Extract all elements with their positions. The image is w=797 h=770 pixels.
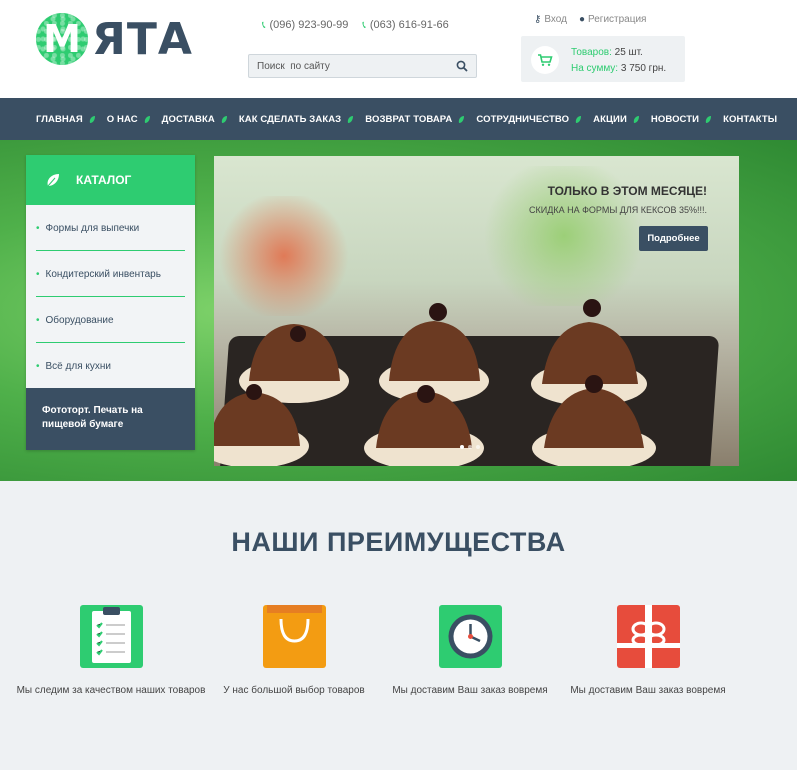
search-icon[interactable]	[456, 60, 468, 72]
more-details-button[interactable]: Подробнее	[639, 226, 708, 251]
advantage-quality: Мы следим за качеством наших товаров	[16, 605, 206, 698]
logo[interactable]: М ЯТА	[36, 10, 193, 68]
nav-label: НОВОСТИ	[650, 113, 700, 125]
nav-label: КОНТАКТЫ	[723, 113, 778, 125]
leaf-icon	[221, 115, 227, 123]
phone-1-number: (096) 923-90-99	[269, 19, 349, 31]
slider-dot-1[interactable]	[460, 445, 464, 449]
phone-numbers: 📞︎ (096) 923-90-99 📞︎ (063) 616-91-66	[262, 19, 449, 31]
catalog-header[interactable]: КАТАЛОГ	[26, 155, 195, 205]
catalog-item-label: Формы для выпечки	[45, 222, 140, 234]
catalog-special-photocake[interactable]: Фототорт. Печать на пищевой бумаге	[26, 388, 195, 450]
nav-label: ГЛАВНАЯ	[36, 113, 83, 125]
nav-item-delivery[interactable]: ДОСТАВКА	[162, 114, 228, 125]
catalog-item-label: Всё для кухни	[45, 360, 111, 372]
leaf-icon	[633, 115, 639, 123]
nav-label: ВОЗВРАТ ТОВАРА	[365, 113, 453, 125]
leaf-icon	[575, 115, 582, 123]
auth-links: ⚷ Вход ● Регистрация	[534, 14, 646, 25]
cart-items-value: 25 шт.	[614, 47, 643, 58]
search-box	[248, 54, 477, 78]
advantages-title: НАШИ ПРЕИМУЩЕСТВА	[231, 527, 566, 557]
login-link[interactable]: ⚷ Вход	[534, 14, 567, 25]
phone-icon: 📞︎	[262, 19, 266, 31]
login-label: Вход	[544, 14, 567, 25]
catalog-title: КАТАЛОГ	[76, 173, 132, 187]
catalog-item-equipment[interactable]: Оборудование	[26, 297, 195, 343]
phone-icon: 📞︎	[362, 19, 366, 31]
catalog-sidebar: КАТАЛОГ Формы для выпечки Кондитерский и…	[26, 155, 195, 450]
advantage-gift: Мы доставим Ваш заказ вовремя	[553, 605, 743, 698]
advantage-text: Мы доставим Ваш заказ вовремя	[570, 685, 726, 696]
advantage-text: Мы следим за качеством наших товаров	[16, 685, 206, 696]
nav-label: ДОСТАВКА	[161, 113, 215, 125]
leaf-icon	[705, 115, 712, 123]
nav-item-home[interactable]: ГЛАВНАЯ	[36, 114, 96, 125]
catalog-item-label: Кондитерский инвентарь	[45, 268, 161, 280]
nav-label: АКЦИИ	[593, 113, 627, 125]
nav-label: КАК СДЕЛАТЬ ЗАКАЗ	[238, 113, 342, 125]
key-icon: ⚷	[534, 14, 542, 25]
slider-dot-3[interactable]	[476, 445, 480, 449]
phone-2-number: (063) 616-91-66	[369, 19, 449, 31]
catalog-item-label: Оборудование	[45, 314, 114, 326]
phone-1[interactable]: 📞︎ (096) 923-90-99	[262, 19, 348, 31]
advantage-selection: У нас большой выбор товаров	[199, 605, 389, 698]
promo-slider: ТОЛЬКО В ЭТОМ МЕСЯЦЕ! СКИДКА НА ФОРМЫ ДЛ…	[214, 156, 739, 466]
leaf-icon	[47, 174, 59, 187]
leaf-icon	[459, 115, 465, 123]
clock-icon	[438, 605, 502, 668]
cart-icon-wrap	[531, 46, 559, 74]
clipboard-checklist-icon	[79, 605, 143, 668]
cart-items-label: Товаров:	[571, 47, 612, 58]
phone-2[interactable]: 📞︎ (063) 616-91-66	[362, 19, 448, 31]
nav-item-how-to-order[interactable]: КАК СДЕЛАТЬ ЗАКАЗ	[239, 114, 354, 125]
nav-item-returns[interactable]: ВОЗВРАТ ТОВАРА	[365, 114, 465, 125]
cart-sum-value: 3 750 грн.	[620, 63, 667, 74]
slide-subtitle: СКИДКА НА ФОРМЫ ДЛЯ КЕКСОВ 35%!!!.	[529, 205, 707, 215]
register-label: Регистрация	[588, 14, 647, 25]
search-input[interactable]	[249, 55, 449, 77]
nav-item-contacts[interactable]: КОНТАКТЫ	[723, 114, 777, 125]
cart-sum-label: На сумму:	[571, 63, 619, 74]
user-icon: ●	[578, 14, 585, 25]
nav-label: СОТРУДНИЧЕСТВО	[476, 113, 570, 125]
catalog-item-kitchen[interactable]: Всё для кухни	[26, 343, 195, 389]
nav-item-about[interactable]: О НАС	[107, 114, 151, 125]
register-link[interactable]: ● Регистрация	[579, 14, 647, 25]
slider-dot-2[interactable]	[468, 445, 472, 449]
slide-title: ТОЛЬКО В ЭТОМ МЕСЯЦЕ!	[547, 184, 707, 198]
advantage-delivery: Мы доставим Ваш заказ вовремя	[375, 605, 565, 698]
catalog-item-confectionery-tools[interactable]: Кондитерский инвентарь	[26, 251, 195, 297]
muffins-image	[214, 299, 656, 466]
advantage-text: У нас большой выбор товаров	[223, 685, 365, 696]
gift-box-icon	[616, 605, 680, 668]
leaf-icon	[89, 115, 95, 123]
site-header: М ЯТА 📞︎ (096) 923-90-99 📞︎ (063) 616-91…	[0, 0, 797, 98]
nav-label: О НАС	[106, 113, 138, 125]
shopping-bag-icon	[262, 605, 326, 668]
main-nav: ГЛАВНАЯ О НАС ДОСТАВКА КАК СДЕЛАТЬ ЗАКАЗ…	[0, 98, 797, 140]
advantages-section: НАШИ ПРЕИМУЩЕСТВА Мы следим за качеством…	[0, 481, 797, 770]
nav-item-promotions[interactable]: АКЦИИ	[593, 114, 640, 125]
cart-icon	[538, 54, 553, 66]
catalog-item-baking-forms[interactable]: Формы для выпечки	[26, 205, 195, 251]
cart-summary: Товаров: 25 шт. На сумму: 3 750 грн.	[571, 45, 666, 77]
logo-emblem: М	[36, 13, 88, 65]
logo-letter: М	[43, 17, 81, 61]
advantage-text: Мы доставим Ваш заказ вовремя	[392, 685, 548, 696]
slider-dots	[460, 445, 480, 449]
cart-widget[interactable]: Товаров: 25 шт. На сумму: 3 750 грн.	[521, 36, 685, 82]
leaf-icon	[144, 115, 150, 123]
nav-item-cooperation[interactable]: СОТРУДНИЧЕСТВО	[476, 114, 582, 125]
nav-item-news[interactable]: НОВОСТИ	[651, 114, 712, 125]
logo-text: ЯТА	[92, 13, 193, 65]
leaf-icon	[348, 115, 354, 123]
